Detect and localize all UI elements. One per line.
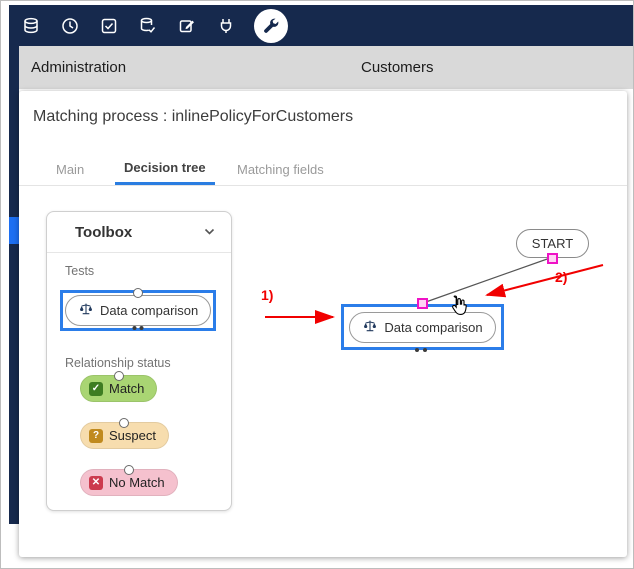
section-nav-bar: Administration Customers bbox=[9, 46, 633, 89]
toolbox-item-no-match[interactable]: ✕ No Match bbox=[80, 469, 178, 496]
output-ports[interactable] bbox=[133, 326, 144, 330]
toolbox-panel: Toolbox Tests Data comparison Relationsh… bbox=[46, 211, 232, 511]
tab-decision-tree[interactable]: Decision tree bbox=[115, 153, 215, 185]
match-check-icon: ✓ bbox=[89, 382, 103, 396]
chevron-down-icon[interactable] bbox=[204, 223, 215, 241]
toolbox-item-label: No Match bbox=[109, 475, 165, 490]
toolbox-item-match[interactable]: ✓ Match bbox=[80, 375, 157, 402]
toolbox-item-label: Suspect bbox=[109, 428, 156, 443]
input-port[interactable] bbox=[124, 465, 134, 475]
top-toolbar bbox=[9, 5, 633, 46]
nav-customers[interactable]: Customers bbox=[361, 46, 434, 89]
connection-handle-node[interactable] bbox=[417, 298, 428, 309]
annotation-2: 2) bbox=[555, 269, 567, 285]
connection-handle-start[interactable] bbox=[547, 253, 558, 264]
input-port[interactable] bbox=[119, 418, 129, 428]
tab-bar: Main Decision tree Matching fields bbox=[19, 147, 627, 186]
input-port[interactable] bbox=[114, 371, 124, 381]
database-icon[interactable] bbox=[19, 14, 43, 38]
tab-matching-fields[interactable]: Matching fields bbox=[231, 153, 330, 185]
toolbox-header[interactable]: Toolbox bbox=[47, 212, 231, 253]
page-title: Matching process : inlinePolicyForCustom… bbox=[33, 108, 353, 126]
toolbox-item-suspect[interactable]: ? Suspect bbox=[80, 422, 169, 449]
no-match-cross-icon: ✕ bbox=[89, 476, 103, 490]
app-window: Administration Customers Matching proces… bbox=[0, 0, 634, 569]
annotation-arrow-2 bbox=[487, 265, 603, 295]
canvas-node-label: Data comparison bbox=[384, 320, 482, 335]
toolbox-item-label: Data comparison bbox=[100, 303, 198, 318]
toolbox-item-data-comparison[interactable]: Data comparison bbox=[60, 290, 216, 331]
section-label-relationship-status: Relationship status bbox=[65, 356, 171, 370]
input-port[interactable] bbox=[133, 288, 143, 298]
note-edit-icon[interactable] bbox=[175, 14, 199, 38]
matching-process-panel: Matching process : inlinePolicyForCustom… bbox=[19, 91, 627, 557]
edge-start-to-node bbox=[423, 258, 550, 303]
output-ports[interactable] bbox=[415, 348, 427, 352]
left-sidebar-strip bbox=[9, 46, 19, 524]
tab-main[interactable]: Main bbox=[52, 153, 88, 185]
toolbox-title: Toolbox bbox=[75, 224, 132, 241]
sidebar-active-indicator bbox=[9, 217, 19, 244]
clock-icon[interactable] bbox=[58, 14, 82, 38]
start-node-label: START bbox=[532, 236, 573, 251]
canvas-node-data-comparison[interactable]: Data comparison bbox=[341, 304, 504, 350]
balance-scale-icon bbox=[362, 318, 378, 337]
database-check-icon[interactable] bbox=[136, 14, 160, 38]
plug-icon[interactable] bbox=[214, 14, 238, 38]
wrench-icon[interactable] bbox=[254, 9, 288, 43]
balance-scale-icon bbox=[78, 301, 94, 320]
toolbox-item-label: Match bbox=[109, 381, 144, 396]
checkbox-icon[interactable] bbox=[97, 14, 121, 38]
nav-administration[interactable]: Administration bbox=[31, 46, 126, 89]
annotation-1: 1) bbox=[261, 287, 273, 303]
section-label-tests: Tests bbox=[65, 264, 94, 278]
suspect-question-icon: ? bbox=[89, 429, 103, 443]
